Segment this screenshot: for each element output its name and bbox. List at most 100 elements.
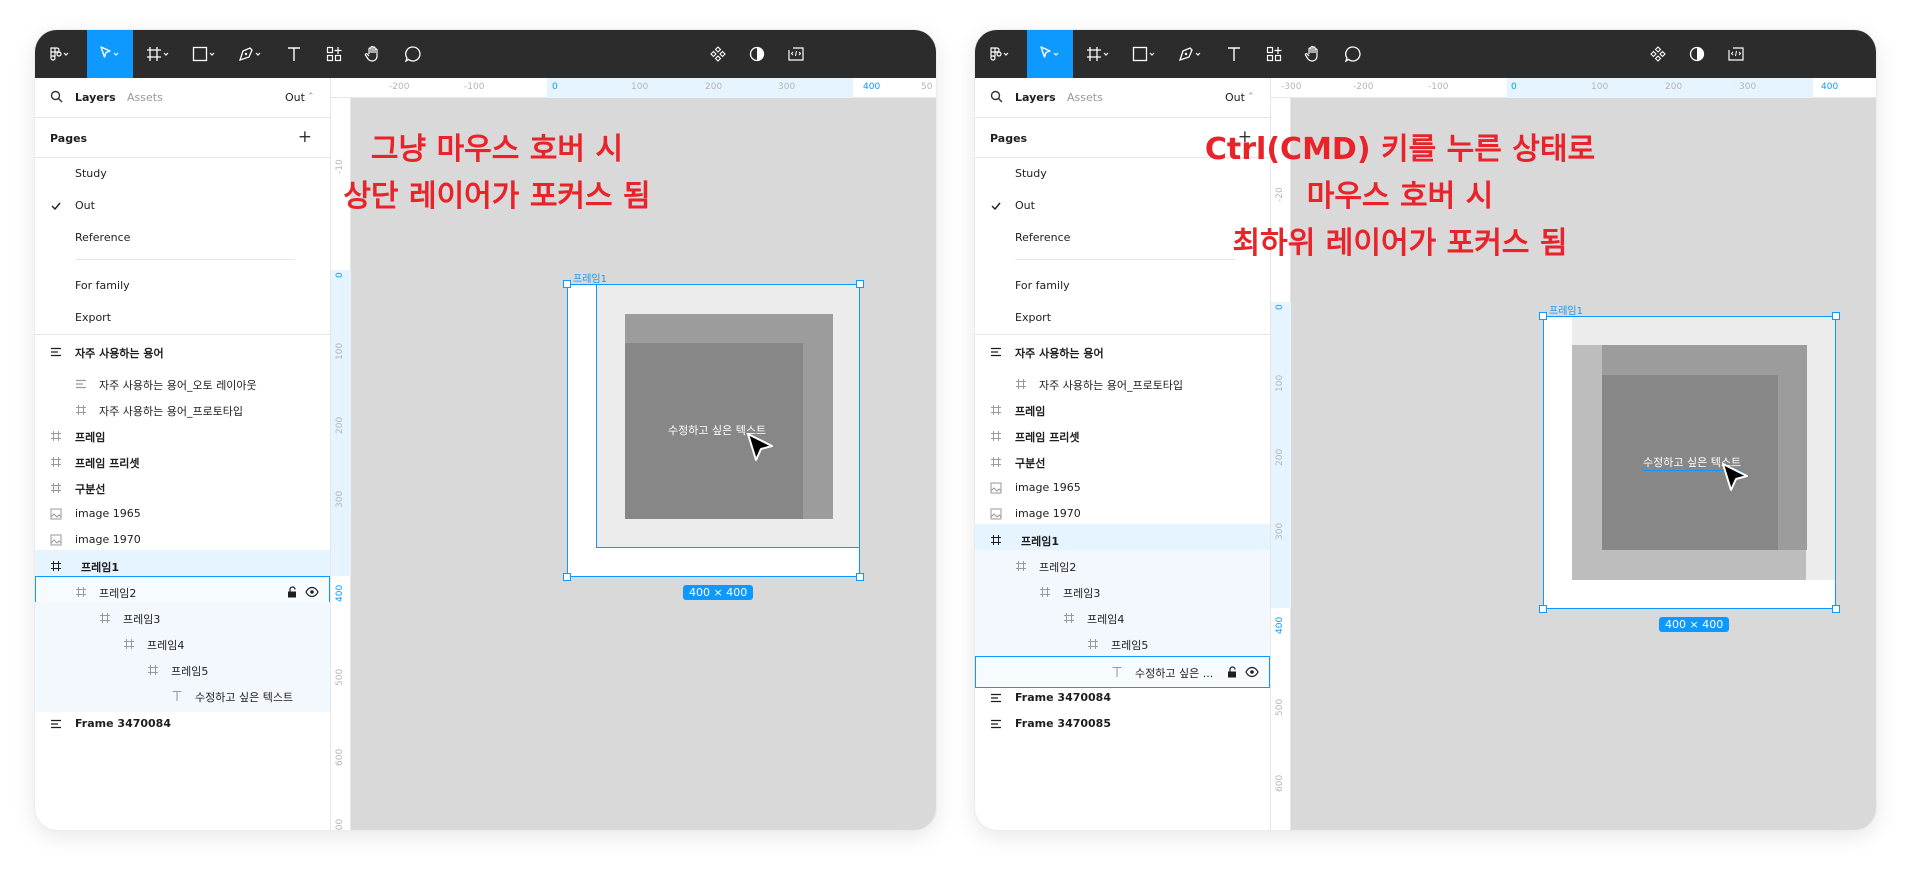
main-menu-icon[interactable] [43, 30, 77, 78]
image-icon [50, 508, 62, 520]
resize-handle[interactable] [563, 573, 571, 581]
comment-icon[interactable] [1337, 30, 1369, 78]
page-item-current[interactable]: Out [35, 190, 330, 222]
frame-icon [50, 456, 62, 468]
layer-name: 프레임3 [1063, 587, 1101, 600]
page-item[interactable]: Export [35, 302, 330, 334]
hand-icon[interactable] [357, 30, 389, 78]
size-badge: 400 × 400 [1659, 617, 1730, 632]
main-menu-icon[interactable] [983, 30, 1017, 78]
search-icon[interactable] [990, 90, 1003, 103]
tab-layers[interactable]: Layers [75, 91, 116, 104]
layer-name: 프레임4 [1087, 613, 1125, 626]
page-item[interactable]: For family [35, 270, 330, 302]
move-icon[interactable] [87, 30, 133, 78]
image-icon [990, 482, 1002, 494]
layer-name: 구분선 [1015, 457, 1046, 470]
comment-icon[interactable] [397, 30, 429, 78]
layer-row[interactable]: Frame 3470084 [35, 708, 330, 740]
layer-name: 프레임 프리셋 [75, 457, 140, 470]
resize-handle[interactable] [1832, 312, 1840, 320]
pages-title: Pages [990, 132, 1028, 145]
cursor-icon [747, 433, 773, 461]
page-item[interactable]: Reference [35, 222, 330, 254]
layer-name: Frame 3470084 [75, 717, 171, 730]
resources-icon[interactable] [319, 30, 349, 78]
autolayout-icon [990, 718, 1002, 730]
tab-assets[interactable]: Assets [1067, 91, 1103, 104]
dev-mode-icon[interactable] [1721, 30, 1751, 78]
shape-icon[interactable] [187, 30, 223, 78]
unlock-icon[interactable] [287, 586, 298, 601]
pages-header: Pages + [35, 118, 330, 158]
resize-handle[interactable] [856, 280, 864, 288]
layer-name: 프레임 프리셋 [1015, 431, 1080, 444]
frame-name-label[interactable]: 프레임1 [1549, 302, 1583, 317]
page-item[interactable]: For family [975, 270, 1270, 302]
text-icon[interactable] [279, 30, 309, 78]
frame-icon[interactable] [141, 30, 177, 78]
component-icon[interactable] [703, 30, 733, 78]
frame-icon [50, 430, 62, 442]
frame-icon [1087, 638, 1099, 650]
component-icon[interactable] [1643, 30, 1673, 78]
contrast-icon[interactable] [742, 30, 772, 78]
cursor-icon [1722, 463, 1748, 491]
figma-window-ctrl-hover: Layers Assets Out ⌃ Pages + Study Out Re… [975, 30, 1876, 830]
layer-row[interactable]: 자주 사용하는 용어 [975, 336, 1270, 368]
hand-icon[interactable] [1297, 30, 1329, 78]
autolayout-icon [50, 718, 62, 730]
search-icon[interactable] [50, 90, 63, 103]
frame-icon[interactable] [1081, 30, 1117, 78]
layer-name: 자주 사용하는 용어_오토 레이아웃 [99, 379, 257, 392]
frame-icon [990, 534, 1002, 546]
unlock-icon[interactable] [1227, 666, 1238, 681]
layer-name: Frame 3470084 [1015, 691, 1111, 704]
panel-tabs: Layers Assets Out ⌃ [975, 78, 1270, 118]
eye-icon[interactable] [305, 586, 319, 601]
layer-name: 프레임5 [1111, 639, 1149, 652]
page-item[interactable]: Export [975, 302, 1270, 334]
frame-name-label[interactable]: 프레임1 [573, 270, 607, 285]
resources-icon[interactable] [1259, 30, 1289, 78]
autolayout-icon [990, 692, 1002, 704]
page-item[interactable]: Study [35, 158, 330, 190]
resize-handle[interactable] [1539, 605, 1547, 613]
layer-name: 프레임1 [81, 561, 120, 574]
layer-row[interactable]: 자주 사용하는 용어 [35, 336, 330, 368]
add-page-icon[interactable]: + [298, 127, 312, 147]
selection-outline [1543, 316, 1836, 609]
resize-handle[interactable] [563, 280, 571, 288]
panel-tabs: Layers Assets Out ⌃ [35, 78, 330, 118]
layer-name: 자주 사용하는 용어 [75, 347, 164, 360]
layer-name: 프레임1 [1021, 535, 1060, 548]
pen-icon[interactable] [1173, 30, 1209, 78]
resize-handle[interactable] [856, 573, 864, 581]
chevron-up-icon[interactable]: ⌃ [307, 92, 315, 102]
frame-icon [990, 430, 1002, 442]
move-icon[interactable] [1027, 30, 1073, 78]
text-icon [171, 690, 183, 702]
tab-layers[interactable]: Layers [1015, 91, 1056, 104]
resize-handle[interactable] [1832, 605, 1840, 613]
page-selector[interactable]: Out [285, 91, 305, 104]
layer-row[interactable]: Frame 3470085 [975, 708, 1270, 740]
page-selector[interactable]: Out [1225, 91, 1245, 104]
panel-divider [35, 334, 330, 335]
dev-mode-icon[interactable] [781, 30, 811, 78]
tab-assets[interactable]: Assets [127, 91, 163, 104]
layer-name: 프레임 [1015, 405, 1046, 418]
chevron-up-icon[interactable]: ⌃ [1247, 92, 1255, 102]
ruler-top: -200 -100 0 100 200 300 400 50 [331, 78, 936, 98]
layer-name: 수정하고 싶은 ... [1135, 667, 1214, 680]
text-icon[interactable] [1219, 30, 1249, 78]
shape-icon[interactable] [1127, 30, 1163, 78]
eye-icon[interactable] [1245, 666, 1259, 681]
pen-icon[interactable] [233, 30, 269, 78]
frame-icon [75, 586, 87, 598]
autolayout-icon [50, 346, 62, 358]
image-icon [990, 508, 1002, 520]
frame-icon [1039, 586, 1051, 598]
resize-handle[interactable] [1539, 312, 1547, 320]
contrast-icon[interactable] [1682, 30, 1712, 78]
